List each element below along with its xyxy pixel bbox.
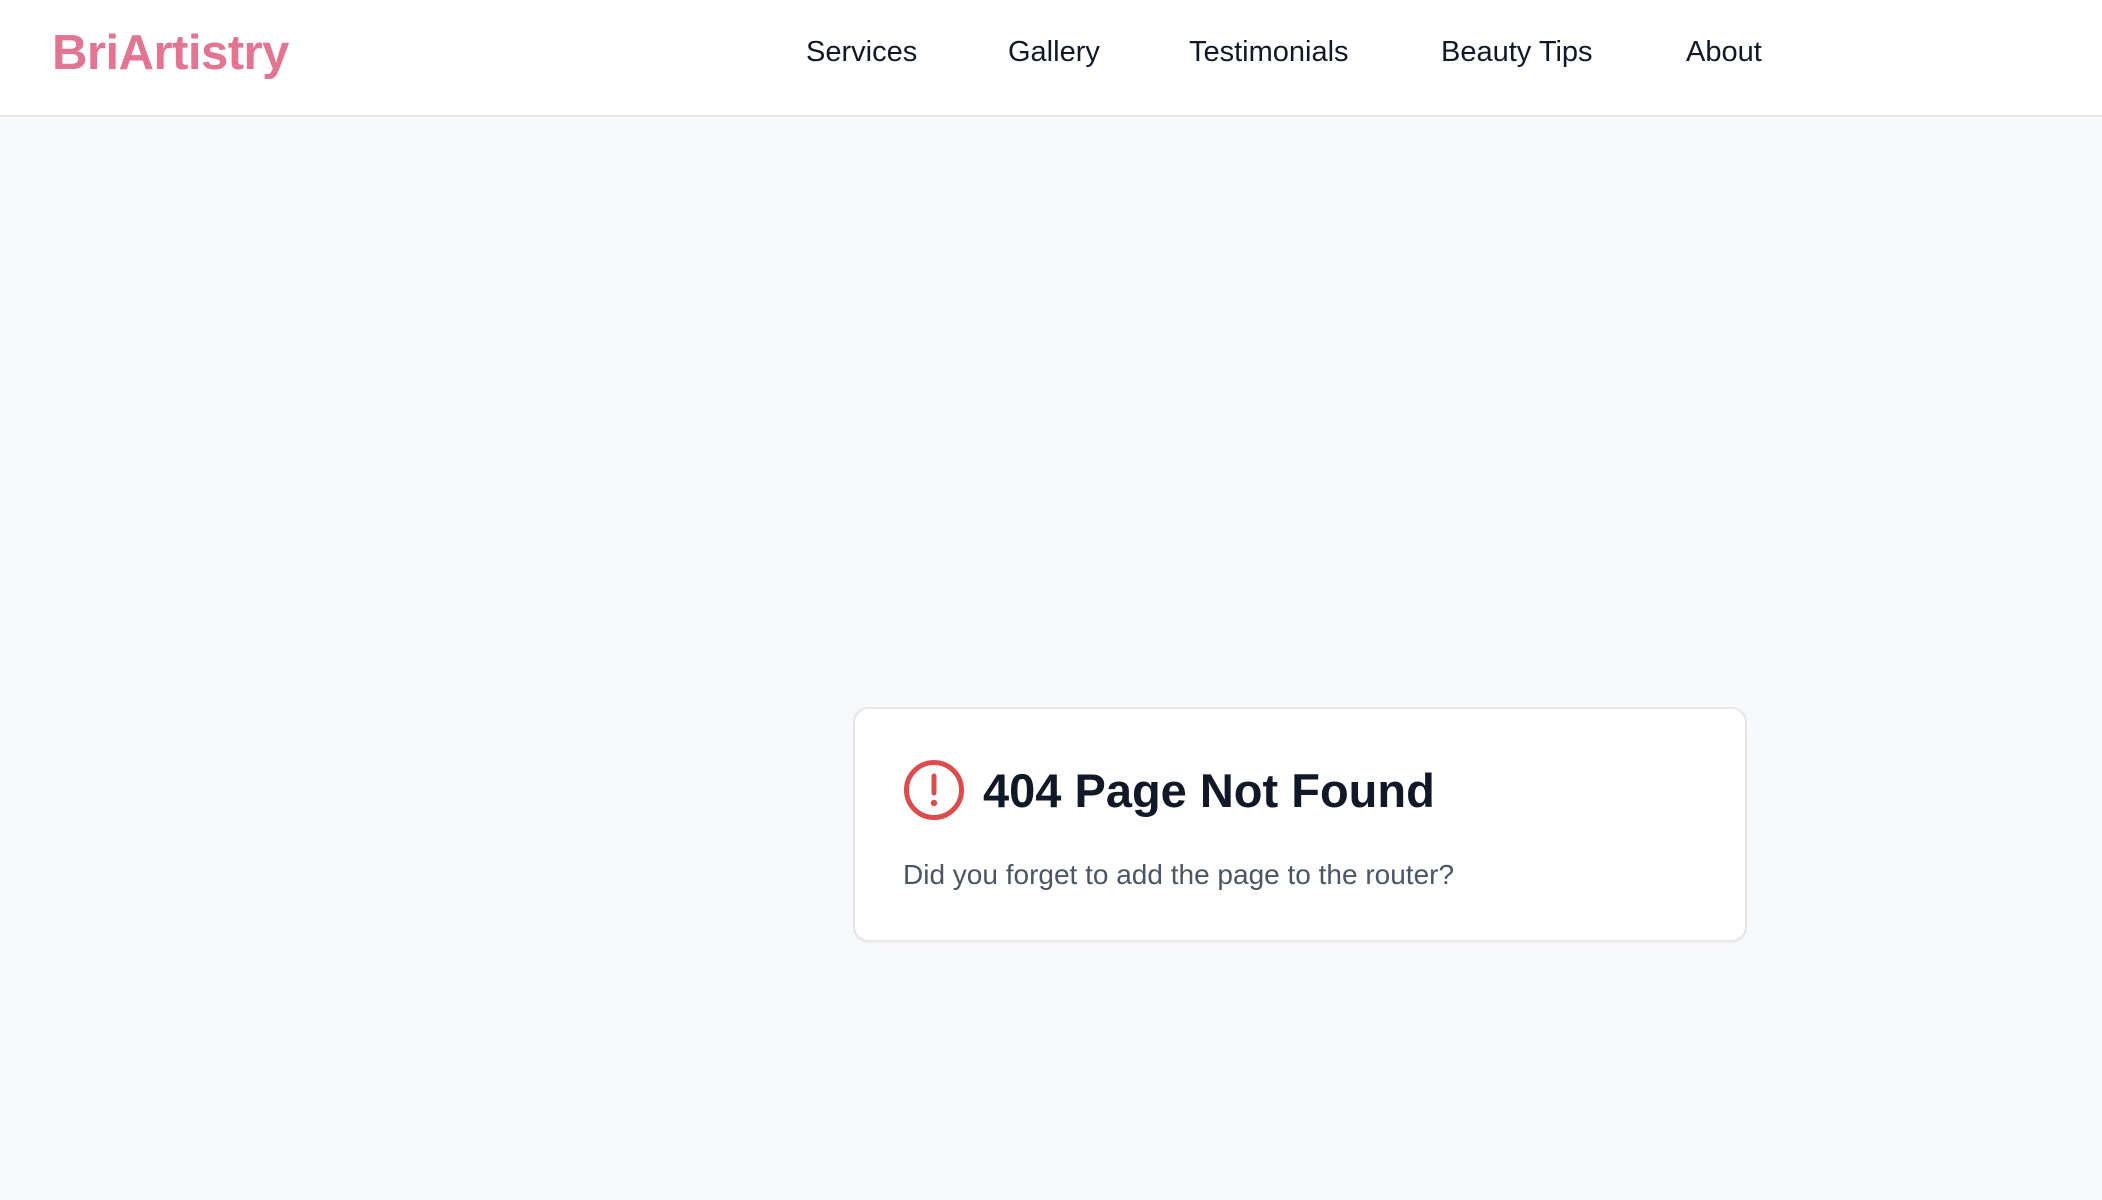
error-title: 404 Page Not Found	[983, 764, 1435, 817]
nav-link-services[interactable]: Services	[806, 34, 917, 70]
nav-link-gallery[interactable]: Gallery	[1008, 34, 1100, 70]
error-card: 404 Page Not Found Did you forget to add…	[853, 707, 1747, 942]
site-header: BriArtistry Services Gallery Testimonial…	[0, 0, 2102, 117]
main-nav: Services Gallery Testimonials Beauty Tip…	[0, 0, 2102, 117]
error-message: Did you forget to add the page to the ro…	[903, 859, 1455, 890]
nav-link-about[interactable]: About	[1686, 34, 1762, 70]
alert-circle-icon	[904, 760, 964, 820]
nav-link-beauty-tips[interactable]: Beauty Tips	[1441, 34, 1593, 70]
nav-link-testimonials[interactable]: Testimonials	[1189, 34, 1349, 70]
